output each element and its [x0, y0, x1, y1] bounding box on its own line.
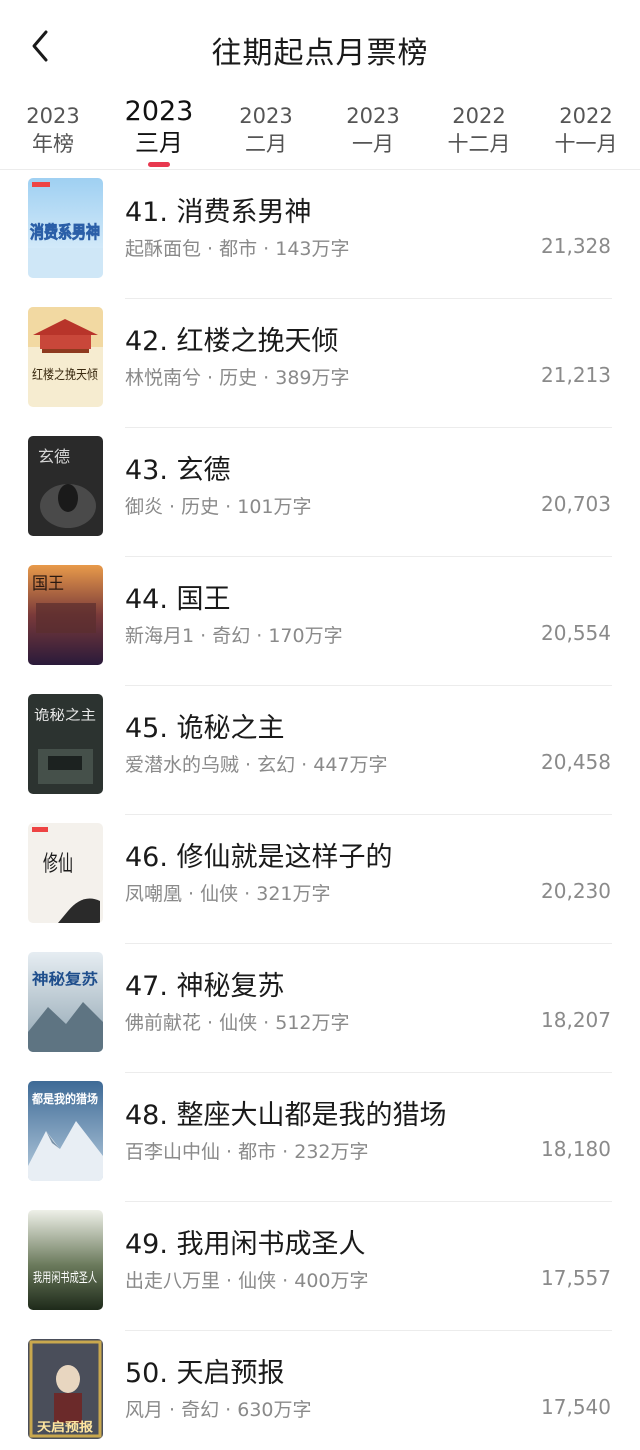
book-cover[interactable]: 天启预报: [28, 1339, 103, 1439]
tab-label: 一月: [352, 132, 394, 156]
tab-2023-january[interactable]: 2023 一月: [325, 92, 421, 158]
list-item[interactable]: 诡秘之主 45. 诡秘之主 爱潜水的乌贼 · 玄幻 · 447万字 20,458: [0, 686, 640, 815]
book-title: 48. 整座大山都是我的猎场: [125, 1100, 447, 1131]
book-title: 49. 我用闲书成圣人: [125, 1229, 366, 1260]
svg-text:修仙: 修仙: [43, 852, 73, 877]
vote-count: 17,540: [541, 1395, 611, 1419]
vote-count: 18,180: [541, 1137, 611, 1161]
book-title: 42. 红楼之挽天倾: [125, 326, 339, 357]
tab-year: 2023: [346, 104, 400, 128]
list-item[interactable]: 都是我的猎场 48. 整座大山都是我的猎场 百李山中仙 · 都市 · 232万字…: [0, 1073, 640, 1202]
vote-count: 17,557: [541, 1266, 611, 1290]
svg-text:诡秘之主: 诡秘之主: [34, 708, 96, 724]
vote-count: 20,230: [541, 879, 611, 903]
svg-text:红楼之挽天倾: 红楼之挽天倾: [32, 367, 98, 383]
book-cover[interactable]: 修仙: [28, 823, 103, 923]
book-meta: 佛前献花 · 仙侠 · 512万字: [125, 1012, 350, 1034]
active-tab-indicator: [148, 162, 170, 167]
list-item[interactable]: 玄德 43. 玄德 御炎 · 历史 · 101万字 20,703: [0, 428, 640, 557]
tab-2023-march[interactable]: 2023 三月: [111, 92, 207, 158]
tab-label: 十二月: [447, 132, 511, 156]
book-cover[interactable]: 诡秘之主: [28, 694, 103, 794]
book-cover[interactable]: 我用闲书成圣人: [28, 1210, 103, 1310]
header: 往期起点月票榜: [0, 0, 640, 95]
tab-year: 2023: [239, 104, 293, 128]
book-title: 44. 国王: [125, 584, 231, 615]
book-cover[interactable]: 玄德: [28, 436, 103, 536]
book-title: 47. 神秘复苏: [125, 971, 285, 1002]
list-item[interactable]: 修仙 46. 修仙就是这样子的 凤嘲凰 · 仙侠 · 321万字 20,230: [0, 815, 640, 944]
vote-count: 21,328: [541, 234, 611, 258]
tab-label: 年榜: [32, 132, 74, 156]
book-title: 45. 诡秘之主: [125, 713, 285, 744]
svg-text:都是我的猎场: 都是我的猎场: [31, 1091, 98, 1106]
svg-text:神秘复苏: 神秘复苏: [32, 970, 98, 988]
book-title: 50. 天启预报: [125, 1358, 285, 1389]
book-meta: 爱潜水的乌贼 · 玄幻 · 447万字: [125, 754, 388, 776]
book-meta: 新海月1 · 奇幻 · 170万字: [125, 625, 343, 647]
vote-count: 20,703: [541, 492, 611, 516]
vote-count: 21,213: [541, 363, 611, 387]
svg-text:我用闲书成圣人: 我用闲书成圣人: [33, 1271, 97, 1286]
book-cover[interactable]: 国王: [28, 565, 103, 665]
book-cover[interactable]: 都是我的猎场: [28, 1081, 103, 1181]
book-title: 43. 玄德: [125, 455, 231, 486]
tab-label: 十一月: [554, 132, 618, 156]
vote-count: 20,554: [541, 621, 611, 645]
svg-text:国王: 国王: [32, 574, 64, 594]
book-meta: 林悦南兮 · 历史 · 389万字: [125, 367, 350, 389]
list-item[interactable]: 消费系男神 41. 消费系男神 起酥面包 · 都市 · 143万字 21,328: [0, 170, 640, 299]
book-meta: 凤嘲凰 · 仙侠 · 321万字: [125, 883, 331, 905]
book-meta: 百李山中仙 · 都市 · 232万字: [125, 1141, 369, 1163]
list-item[interactable]: 天启预报 50. 天启预报 风月 · 奇幻 · 630万字 17,540: [0, 1331, 640, 1450]
tab-label: 三月: [135, 129, 183, 157]
book-meta: 风月 · 奇幻 · 630万字: [125, 1399, 312, 1421]
book-meta: 起酥面包 · 都市 · 143万字: [125, 238, 350, 260]
period-tabs: 2023 年榜 2023 三月 2023 二月 2023 一月 2022 十二月…: [0, 92, 640, 170]
tab-year: 2023: [26, 104, 80, 128]
tab-label: 二月: [245, 132, 287, 156]
vote-count: 20,458: [541, 750, 611, 774]
tab-2023-february[interactable]: 2023 二月: [218, 92, 314, 158]
tab-2022-december[interactable]: 2022 十二月: [431, 92, 527, 158]
list-item[interactable]: 国王 44. 国王 新海月1 · 奇幻 · 170万字 20,554: [0, 557, 640, 686]
svg-text:消费系男神: 消费系男神: [30, 222, 100, 243]
svg-text:天启预报: 天启预报: [37, 1419, 93, 1434]
list-item[interactable]: 我用闲书成圣人 49. 我用闲书成圣人 出走八万里 · 仙侠 · 400万字 1…: [0, 1202, 640, 1331]
tab-2022-november[interactable]: 2022 十一月: [538, 92, 634, 158]
tab-year: 2023: [124, 96, 194, 127]
book-title: 41. 消费系男神: [125, 197, 312, 228]
vote-count: 18,207: [541, 1008, 611, 1032]
list-item[interactable]: 红楼之挽天倾 42. 红楼之挽天倾 林悦南兮 · 历史 · 389万字 21,2…: [0, 299, 640, 428]
tab-year: 2022: [559, 104, 613, 128]
list-item[interactable]: 神秘复苏 47. 神秘复苏 佛前献花 · 仙侠 · 512万字 18,207: [0, 944, 640, 1073]
book-title: 46. 修仙就是这样子的: [125, 842, 393, 873]
tab-year: 2022: [452, 104, 506, 128]
book-meta: 御炎 · 历史 · 101万字: [125, 496, 312, 518]
svg-text:玄德: 玄德: [38, 447, 70, 466]
book-meta: 出走八万里 · 仙侠 · 400万字: [125, 1270, 369, 1292]
page-title: 往期起点月票榜: [211, 36, 429, 71]
book-cover[interactable]: 神秘复苏: [28, 952, 103, 1052]
book-cover[interactable]: 消费系男神: [28, 178, 103, 278]
tab-2023-annual[interactable]: 2023 年榜: [5, 92, 101, 158]
book-cover[interactable]: 红楼之挽天倾: [28, 307, 103, 407]
